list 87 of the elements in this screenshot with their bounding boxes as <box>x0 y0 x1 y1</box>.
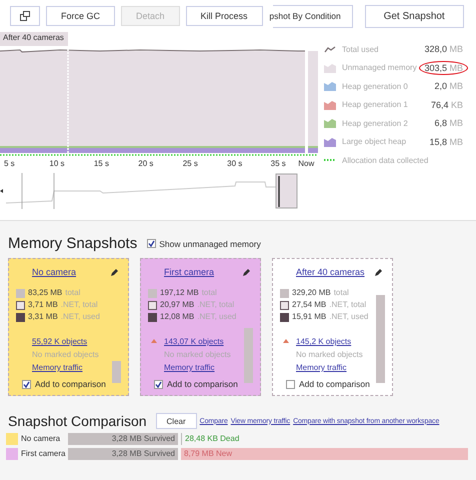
stat-caption: .NET, total <box>197 300 234 310</box>
survived-bar: 3,28 MB Survived <box>68 432 178 444</box>
window-button[interactable] <box>10 6 40 26</box>
time-axis-label: 5 s <box>4 159 16 170</box>
section-title: Snapshot Comparison <box>8 413 147 429</box>
objects-link[interactable]: 55,92 K objects <box>32 337 88 346</box>
stat-caption: .NET, used <box>197 312 236 322</box>
stat-caption: total <box>334 288 349 298</box>
snapshot-title-link[interactable]: After 40 cameras <box>296 267 386 277</box>
stat-caption: total <box>202 288 217 298</box>
snapshot-title-link[interactable]: No camera <box>32 267 122 277</box>
checkbox[interactable] <box>154 380 163 388</box>
new-bar: 8,79 MB New <box>181 448 468 460</box>
time-axis-label: 10 s <box>49 159 66 170</box>
area-icon <box>324 81 336 92</box>
checkbox[interactable] <box>147 239 156 248</box>
legend-label: Heap generation 0 <box>342 82 409 91</box>
checkbox[interactable] <box>22 380 31 388</box>
circled-legend-value: 303,5 MB <box>419 60 468 75</box>
stat-value: 12,08 MB <box>160 312 194 322</box>
memory-traffic-link[interactable]: Memory traffic <box>164 363 254 372</box>
stat-value: 329,20 MB <box>292 288 331 298</box>
time-axis-label: 15 s <box>94 159 110 170</box>
stat-caption: .NET, total <box>329 300 366 310</box>
snapshot-marker-label: After 40 cameras <box>0 32 68 46</box>
time-axis-label: 20 s <box>138 159 154 170</box>
size-bar <box>244 328 253 383</box>
legend-value: 2,0 MB <box>433 80 464 94</box>
memory-traffic-link[interactable]: Memory traffic <box>32 363 122 372</box>
section-title: Memory Snapshots <box>8 235 138 252</box>
toolbar-button[interactable]: Get Snapshot <box>364 4 464 28</box>
pencil-icon[interactable] <box>242 268 251 277</box>
line-icon <box>324 46 336 53</box>
objects-link[interactable]: 143,07 K objects <box>164 337 224 346</box>
legend-label: Allocation data collected <box>342 156 430 165</box>
toolbar-button[interactable]: pshot By Condition <box>272 4 353 28</box>
stat-caption: total <box>65 288 80 298</box>
stat-value: 3,31 MB <box>28 312 58 322</box>
toolbar-button[interactable]: Kill Process <box>186 6 263 26</box>
area-icon <box>324 136 336 147</box>
time-axis-label: 25 s <box>182 159 199 170</box>
stat-caption: .NET, used <box>60 312 100 322</box>
stat-value: 83,25 MB <box>28 288 62 298</box>
snapshot-title-link[interactable]: First camera <box>164 267 254 277</box>
stat-caption: .NET, total <box>60 300 98 310</box>
objects-link[interactable]: 145,2 K objects <box>296 337 352 346</box>
checkbox-label: Show unmanaged memory <box>159 238 261 248</box>
legend-label: Unmanaged memory <box>342 63 418 72</box>
checkbox[interactable] <box>286 380 295 388</box>
stat-value: 197,12 MB <box>160 288 199 298</box>
marked-objects-text: No marked objects <box>296 350 364 359</box>
legend-label: Heap generation 1 <box>342 100 409 110</box>
legend-label: Large object heap <box>342 137 408 146</box>
marked-objects-text: No marked objects <box>32 350 100 359</box>
area-icon <box>324 118 336 128</box>
legend-value: 328,0 MB <box>423 43 464 56</box>
legend-value: 76,4 KB <box>430 98 464 112</box>
pencil-icon[interactable] <box>374 268 383 277</box>
marked-objects-text: No marked objects <box>164 350 232 359</box>
checkbox-label: Add to comparison <box>167 379 238 389</box>
stat-caption: .NET, used <box>329 312 368 322</box>
checkbox-label: Add to comparison <box>35 379 106 389</box>
windows-icon <box>20 11 30 21</box>
snapshot-name: No camera <box>21 434 62 443</box>
dotted-line-icon <box>324 158 336 162</box>
pencil-icon[interactable] <box>110 268 119 277</box>
area-icon <box>324 100 336 110</box>
size-bar <box>112 361 121 383</box>
checkbox-label: Add to comparison <box>299 379 370 389</box>
area-icon <box>324 62 336 73</box>
survived-bar: 3,28 MB Survived <box>68 448 178 460</box>
legend-label: Total used <box>342 44 380 54</box>
memory-traffic-link[interactable]: Memory traffic <box>296 363 386 372</box>
time-axis-label: Now <box>298 159 316 170</box>
clear-button[interactable]: Clear <box>156 413 197 429</box>
stat-value: 15,91 MB <box>292 312 326 322</box>
time-axis-label: 30 s <box>227 159 244 170</box>
snapshot-name: First camera <box>21 449 65 458</box>
legend-value: 15,8 MB <box>428 136 464 149</box>
stat-value: 27,54 MB <box>292 300 326 310</box>
dead-text: 28,48 KB Dead <box>181 432 240 444</box>
time-axis-label: 35 s <box>270 159 287 170</box>
stat-value: 20,97 MB <box>160 300 194 310</box>
stat-value: 3,71 MB <box>28 300 58 310</box>
legend-value: 6,8 MB <box>433 117 464 130</box>
toolbar-button[interactable]: Force GC <box>46 6 116 26</box>
legend-label: Heap generation 2 <box>342 118 409 128</box>
